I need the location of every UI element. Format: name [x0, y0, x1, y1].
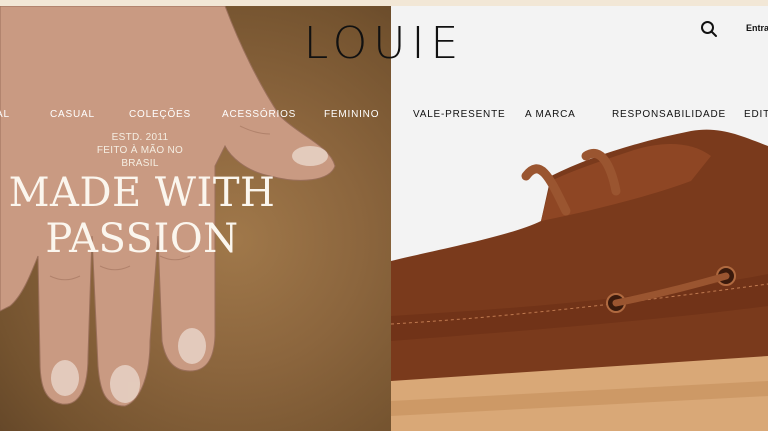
nav-item-colecoes[interactable]: COLEÇÕES: [129, 109, 191, 120]
made-in-text: FEITO À MÃO NO BRASIL: [96, 145, 184, 169]
shoe-photo: [391, 129, 768, 431]
headline-line-1: MADE WITH: [8, 170, 276, 216]
nav-item-casual[interactable]: CASUAL: [50, 109, 95, 120]
login-link[interactable]: Entrar: [746, 23, 768, 33]
hero-headline: MADE WITH PASSION: [0, 170, 292, 262]
nav-item-editorial[interactable]: EDITO: [744, 109, 768, 120]
top-accent-bar: [0, 0, 768, 6]
nav-item-responsabilidade[interactable]: RESPONSABILIDADE: [612, 109, 726, 120]
nav-item-acessorios[interactable]: ACESSÓRIOS: [222, 109, 296, 120]
headline-line-2: PASSION: [45, 216, 239, 262]
estd-text: ESTD. 2011: [111, 132, 169, 143]
hero-right-image[interactable]: [391, 6, 768, 431]
nav-item-a-marca[interactable]: A MARCA: [525, 109, 576, 120]
nav-item-vale-presente[interactable]: VALE-PRESENTE: [413, 109, 505, 120]
search-icon[interactable]: [700, 20, 718, 38]
nav-item-feminino[interactable]: FEMININO: [324, 109, 379, 120]
nav-item-al[interactable]: AL: [0, 109, 10, 120]
main-nav: AL CASUAL COLEÇÕES ACESSÓRIOS FEMININO V…: [0, 109, 768, 123]
brand-logo[interactable]: LOUIE: [0, 18, 768, 69]
hero-subtitle: ESTD. 2011 FEITO À MÃO NO BRASIL: [80, 131, 200, 170]
